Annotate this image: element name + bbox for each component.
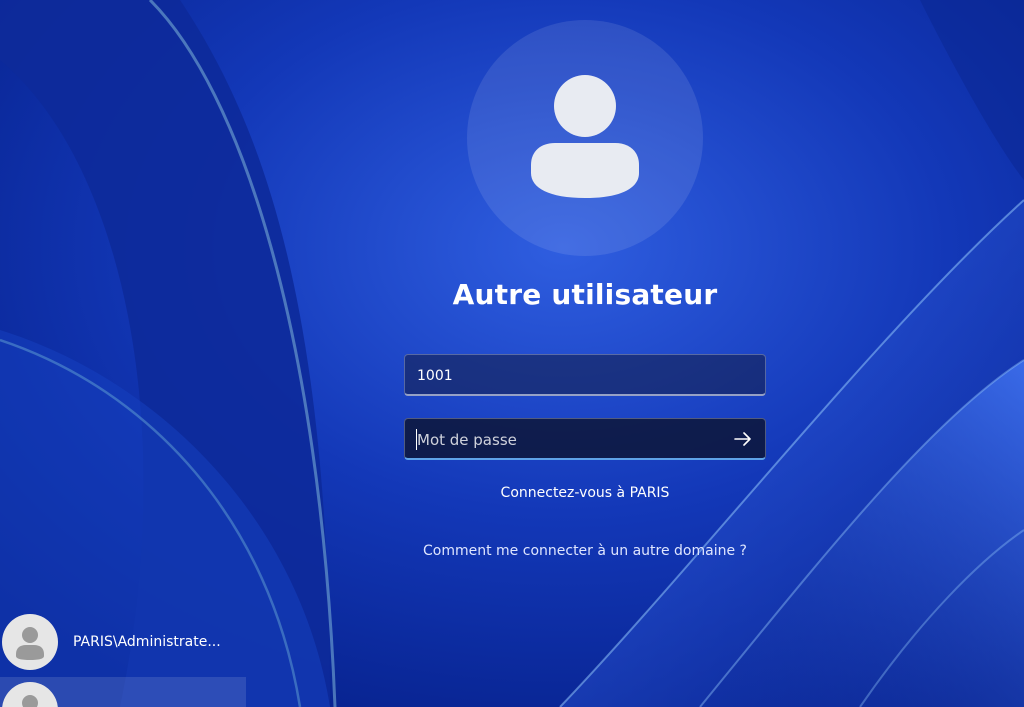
username-field[interactable] bbox=[404, 354, 766, 397]
submit-button[interactable] bbox=[729, 425, 757, 453]
password-field[interactable] bbox=[404, 418, 766, 461]
user-silhouette-icon bbox=[531, 75, 639, 198]
account-item[interactable]: PARIS\Administrate... bbox=[0, 614, 246, 670]
user-silhouette-icon bbox=[22, 695, 38, 707]
account-item[interactable] bbox=[0, 677, 246, 707]
user-avatar bbox=[467, 20, 703, 256]
username-input[interactable] bbox=[415, 355, 759, 397]
user-silhouette-icon bbox=[16, 627, 44, 660]
sign-in-domain-text: Connectez-vous à PARIS bbox=[500, 485, 670, 501]
account-name: PARIS\Administrate... bbox=[73, 634, 221, 650]
account-avatar bbox=[2, 682, 58, 707]
other-domain-link[interactable]: Comment me connecter à un autre domaine … bbox=[384, 543, 786, 559]
login-screen: Autre utilisateur Connectez-vous à PARIS… bbox=[0, 0, 1024, 707]
password-input[interactable] bbox=[415, 419, 719, 461]
account-avatar bbox=[2, 614, 58, 670]
username-title: Autre utilisateur bbox=[452, 278, 718, 311]
arrow-right-icon bbox=[734, 432, 751, 446]
text-caret bbox=[416, 429, 417, 450]
